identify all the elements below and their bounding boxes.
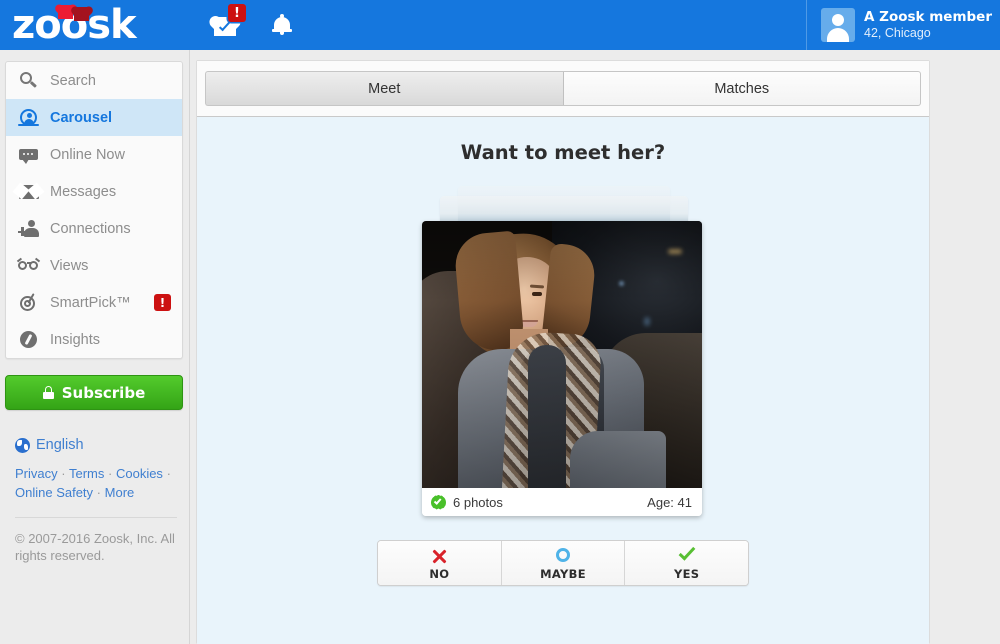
user-avatar-placeholder-icon xyxy=(821,8,856,42)
sidebar-item-messages[interactable]: Messages xyxy=(6,173,182,210)
glasses-icon xyxy=(16,256,42,276)
footer-links: Privacy · Terms · Cookies · Online Safet… xyxy=(15,464,177,502)
content-panel: Meet Matches Want to meet her? 6 photos … xyxy=(196,60,930,644)
carousel-action-bar: NO MAYBE YES xyxy=(377,540,749,586)
tab-bar: Meet Matches xyxy=(197,61,929,117)
compass-icon xyxy=(18,330,42,350)
subscribe-button[interactable]: Subscribe xyxy=(5,375,183,410)
sidebar-item-search[interactable]: Search xyxy=(6,62,182,99)
header-user-name: A Zoosk member xyxy=(864,8,992,25)
subscribe-button-label: Subscribe xyxy=(61,383,146,402)
tab-meet-label: Meet xyxy=(368,80,401,97)
tab-matches[interactable]: Matches xyxy=(563,71,921,106)
sidebar-item-connections[interactable]: Connections xyxy=(6,210,182,247)
sidebar-item-insights[interactable]: Insights xyxy=(6,321,182,358)
sidebar: Search Carousel Online Now Messages Conn… xyxy=(0,50,190,644)
search-icon xyxy=(18,71,42,91)
verified-check-icon xyxy=(431,494,446,510)
main-area: Meet Matches Want to meet her? 6 photos … xyxy=(191,50,1000,644)
matches-heart-check-icon[interactable]: ! xyxy=(204,0,248,50)
footer-separator: · xyxy=(61,466,66,481)
age-label: Age: 41 xyxy=(647,494,692,510)
footer-link-more[interactable]: More xyxy=(105,485,135,500)
copyright-text: © 2007-2016 Zoosk, Inc. All rights reser… xyxy=(15,531,175,563)
notifications-bell-icon[interactable] xyxy=(260,0,304,50)
profile-card-stack: 6 photos Age: 41 xyxy=(422,186,704,516)
footer-link-online-safety[interactable]: Online Safety xyxy=(15,485,93,500)
x-icon xyxy=(428,546,450,566)
sidebar-item-label: Search xyxy=(50,72,96,89)
footer-link-terms[interactable]: Terms xyxy=(69,466,104,481)
footer-separator: · xyxy=(108,466,113,481)
photo-count-label: 6 photos xyxy=(453,494,503,510)
sidebar-item-label: Messages xyxy=(50,183,117,200)
check-icon xyxy=(676,542,698,566)
language-label: English xyxy=(36,437,84,453)
smartpick-alert-badge: ! xyxy=(154,294,171,311)
circle-icon xyxy=(552,546,574,566)
sidebar-item-label: SmartPick™ xyxy=(50,294,131,311)
footer-link-cookies[interactable]: Cookies xyxy=(116,466,163,481)
carousel-area: Want to meet her? 6 photos Age: 41 NO MA… xyxy=(197,117,929,644)
sidebar-item-label: Connections xyxy=(50,220,131,237)
page-title: Want to meet her? xyxy=(460,141,666,164)
envelope-icon xyxy=(12,182,45,202)
carousel-icon xyxy=(18,108,42,128)
sidebar-item-online-now[interactable]: Online Now xyxy=(6,136,182,173)
lock-icon xyxy=(42,386,54,399)
tab-matches-label: Matches xyxy=(714,80,770,97)
no-button[interactable]: NO xyxy=(378,541,501,585)
globe-icon xyxy=(15,437,30,453)
sidebar-item-label: Carousel xyxy=(50,109,113,126)
bell-glyph xyxy=(272,14,292,36)
sidebar-item-label: Views xyxy=(50,257,89,274)
footer-link-privacy[interactable]: Privacy xyxy=(15,466,58,481)
sidebar-item-label: Insights xyxy=(50,331,100,348)
sidebar-item-smartpick[interactable]: SmartPick™ ! xyxy=(6,284,182,321)
sidebar-item-views[interactable]: Views xyxy=(6,247,182,284)
add-person-icon xyxy=(18,219,42,239)
target-icon xyxy=(18,292,42,313)
profile-photo[interactable] xyxy=(422,221,702,488)
sidebar-item-carousel[interactable]: Carousel xyxy=(6,99,182,136)
language-selector[interactable]: English xyxy=(15,437,189,453)
profile-card[interactable]: 6 photos Age: 41 xyxy=(422,221,702,516)
maybe-button[interactable]: MAYBE xyxy=(500,541,625,585)
logo-heart-icon-2 xyxy=(74,7,89,21)
footer-separator: · xyxy=(166,466,171,481)
footer-separator: · xyxy=(96,485,102,500)
yes-button[interactable]: YES xyxy=(624,541,748,585)
sidebar-item-label: Online Now xyxy=(50,146,125,163)
tab-meet[interactable]: Meet xyxy=(205,71,564,106)
zoosk-logo[interactable]: zoosk xyxy=(12,3,142,47)
no-button-label: NO xyxy=(429,566,450,581)
chat-bubble-icon xyxy=(18,145,42,165)
maybe-button-label: MAYBE xyxy=(540,566,586,581)
header-user-meta: 42, Chicago xyxy=(864,25,931,40)
header-user-menu[interactable]: A Zoosk member 42, Chicago xyxy=(806,0,992,50)
sidebar-nav: Search Carousel Online Now Messages Conn… xyxy=(5,61,183,359)
footer-divider xyxy=(15,517,177,518)
matches-alert-badge: ! xyxy=(228,4,246,22)
app-header: zoosk ! A Zoosk member 42, Chicago xyxy=(0,0,1000,50)
profile-card-caption: 6 photos Age: 41 xyxy=(422,488,702,516)
yes-button-label: YES xyxy=(673,566,700,581)
